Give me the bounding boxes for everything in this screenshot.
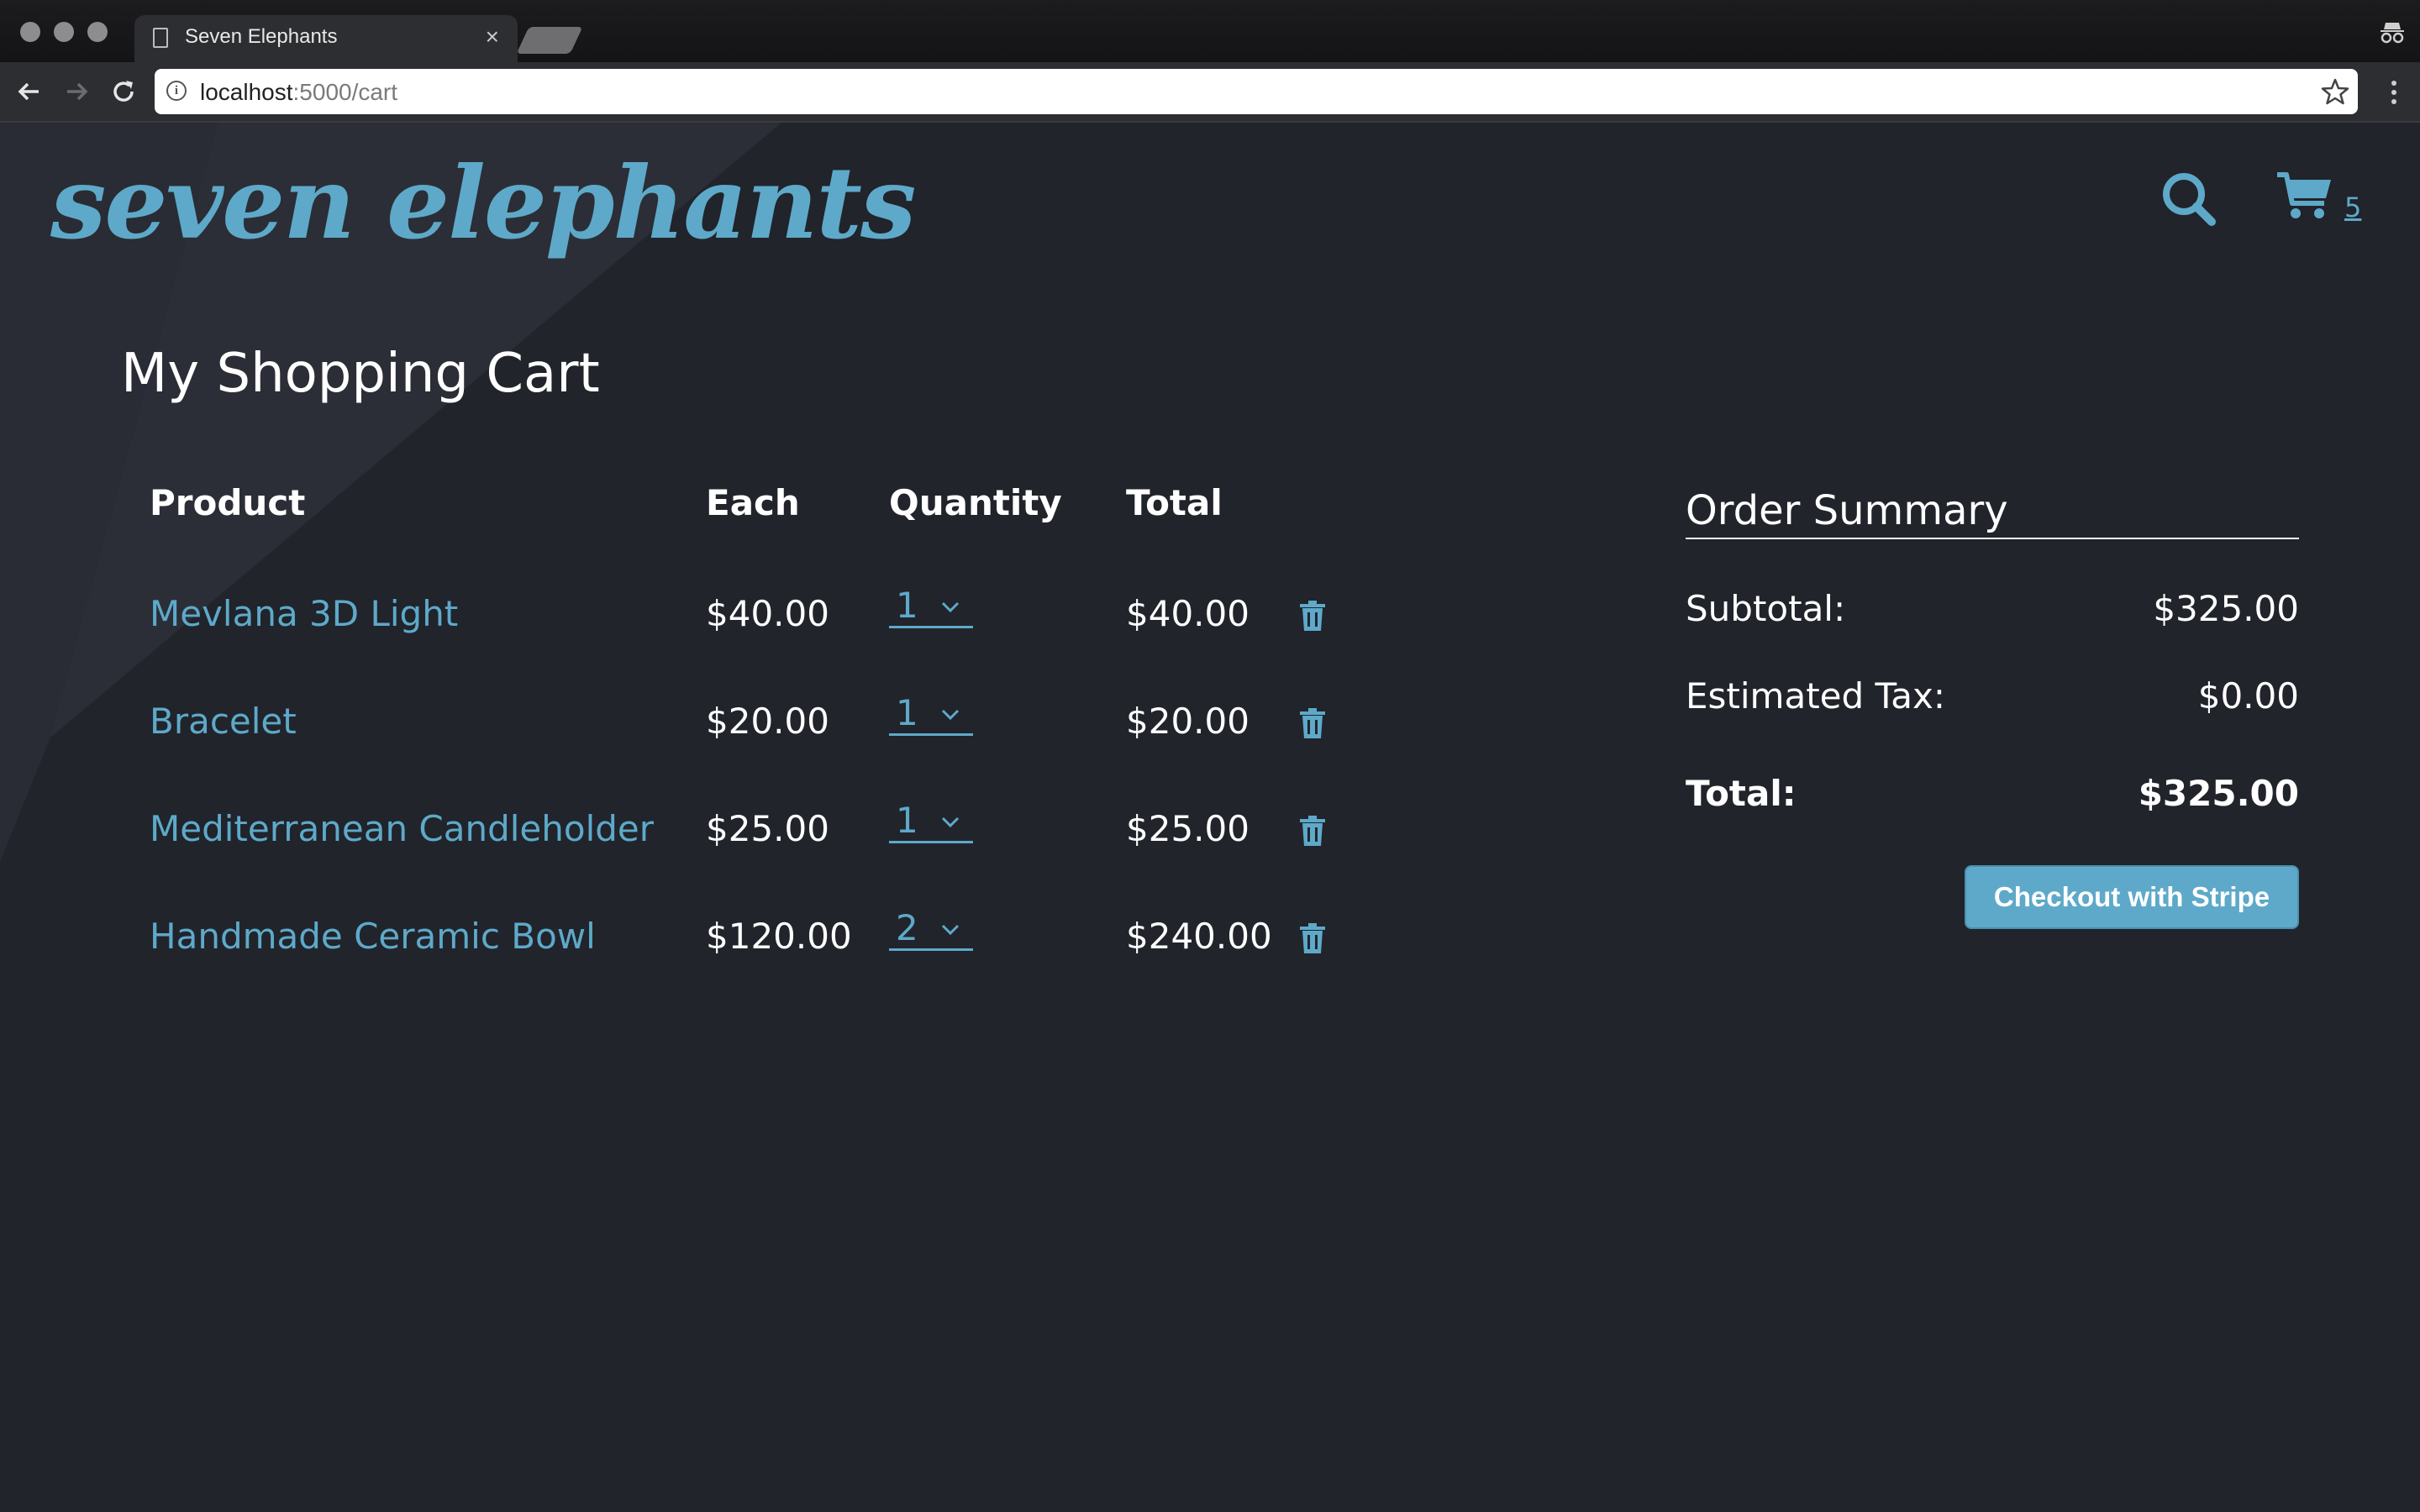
table-row: Mevlana 3D Light $40.00 1 $40.00: [0, 585, 1428, 655]
back-arrow-icon[interactable]: [15, 77, 44, 106]
new-tab-button[interactable]: [516, 27, 583, 54]
url-path: :5000/cart: [292, 79, 398, 105]
unit-price: $25.00: [706, 808, 829, 849]
tab-title: Seven Elephants: [185, 25, 338, 48]
site-logo[interactable]: seven elephants: [50, 144, 916, 261]
subtotal-label: Subtotal:: [1686, 588, 1846, 629]
unit-price: $20.00: [706, 701, 829, 742]
url-host: localhost: [200, 79, 293, 105]
window-zoom-dot[interactable]: [87, 22, 108, 42]
cart-button[interactable]: 5: [2275, 170, 2368, 228]
file-icon: [153, 28, 168, 48]
checkout-button[interactable]: Checkout with Stripe: [1965, 865, 2299, 929]
search-icon[interactable]: [2160, 170, 2218, 228]
total-label: Total:: [1686, 773, 1797, 814]
quantity-select[interactable]: 1: [889, 692, 973, 736]
window-minimize-dot[interactable]: [54, 22, 74, 42]
line-total: $20.00: [1126, 701, 1249, 742]
browser-titlebar: Seven Elephants ×: [0, 0, 2420, 62]
chevron-down-icon: [941, 816, 960, 828]
tax-label: Estimated Tax:: [1686, 675, 1945, 717]
chevron-down-icon: [941, 709, 960, 721]
reload-icon[interactable]: [109, 77, 138, 106]
line-total: $240.00: [1126, 916, 1272, 957]
close-icon[interactable]: ×: [486, 24, 499, 50]
page: seven elephants 5 My Shopping Cart Produ…: [0, 123, 2420, 1512]
total-value: $325.00: [2138, 773, 2299, 814]
chevron-down-icon: [941, 924, 960, 936]
quantity-select[interactable]: 1: [889, 585, 973, 628]
info-icon[interactable]: i: [166, 81, 187, 101]
trash-icon[interactable]: [1299, 707, 1326, 739]
tax-value: $0.00: [2197, 675, 2299, 717]
product-link[interactable]: Handmade Ceramic Bowl: [150, 916, 596, 957]
window-close-dot[interactable]: [20, 22, 40, 42]
order-summary-title: Order Summary: [1686, 487, 2299, 539]
forward-arrow-icon[interactable]: [62, 77, 91, 106]
chevron-down-icon: [941, 601, 960, 613]
product-link[interactable]: Bracelet: [150, 701, 297, 742]
trash-icon[interactable]: [1299, 922, 1326, 954]
column-header-each: Each: [706, 482, 800, 523]
cart-count[interactable]: 5: [2344, 192, 2361, 223]
address-bar[interactable]: i localhost:5000/cart: [155, 69, 2358, 114]
line-total: $25.00: [1126, 808, 1249, 849]
subtotal-value: $325.00: [2153, 588, 2299, 629]
cart-icon: [2277, 172, 2331, 218]
url-text[interactable]: localhost:5000/cart: [200, 79, 397, 106]
page-title: My Shopping Cart: [121, 343, 600, 405]
trash-icon[interactable]: [1299, 815, 1326, 847]
unit-price: $120.00: [706, 916, 852, 957]
star-icon[interactable]: [2321, 77, 2349, 106]
line-total: $40.00: [1126, 593, 1249, 634]
incognito-icon: [2381, 23, 2404, 44]
product-link[interactable]: Mediterranean Candleholder: [150, 808, 654, 849]
quantity-value: 2: [896, 907, 918, 948]
product-link[interactable]: Mevlana 3D Light: [150, 593, 458, 634]
trash-icon[interactable]: [1299, 600, 1326, 632]
quantity-select[interactable]: 1: [889, 800, 973, 843]
column-header-product: Product: [150, 482, 306, 523]
unit-price: $40.00: [706, 593, 829, 634]
column-header-total: Total: [1126, 482, 1223, 523]
menu-icon[interactable]: [2391, 81, 2398, 106]
quantity-value: 1: [896, 692, 918, 733]
column-header-quantity: Quantity: [889, 482, 1062, 523]
browser-tab[interactable]: Seven Elephants ×: [134, 15, 518, 62]
order-summary: Order Summary Subtotal: $325.00 Estimate…: [1686, 487, 2299, 814]
table-row: Handmade Ceramic Bowl $120.00 2 $240.00: [0, 907, 1428, 978]
table-row: Mediterranean Candleholder $25.00 1 $25.…: [0, 800, 1428, 870]
quantity-select[interactable]: 2: [889, 907, 973, 951]
table-row: Bracelet $20.00 1 $20.00: [0, 692, 1428, 763]
quantity-value: 1: [896, 800, 918, 841]
quantity-value: 1: [896, 585, 918, 626]
browser-toolbar: i localhost:5000/cart: [0, 62, 2420, 123]
